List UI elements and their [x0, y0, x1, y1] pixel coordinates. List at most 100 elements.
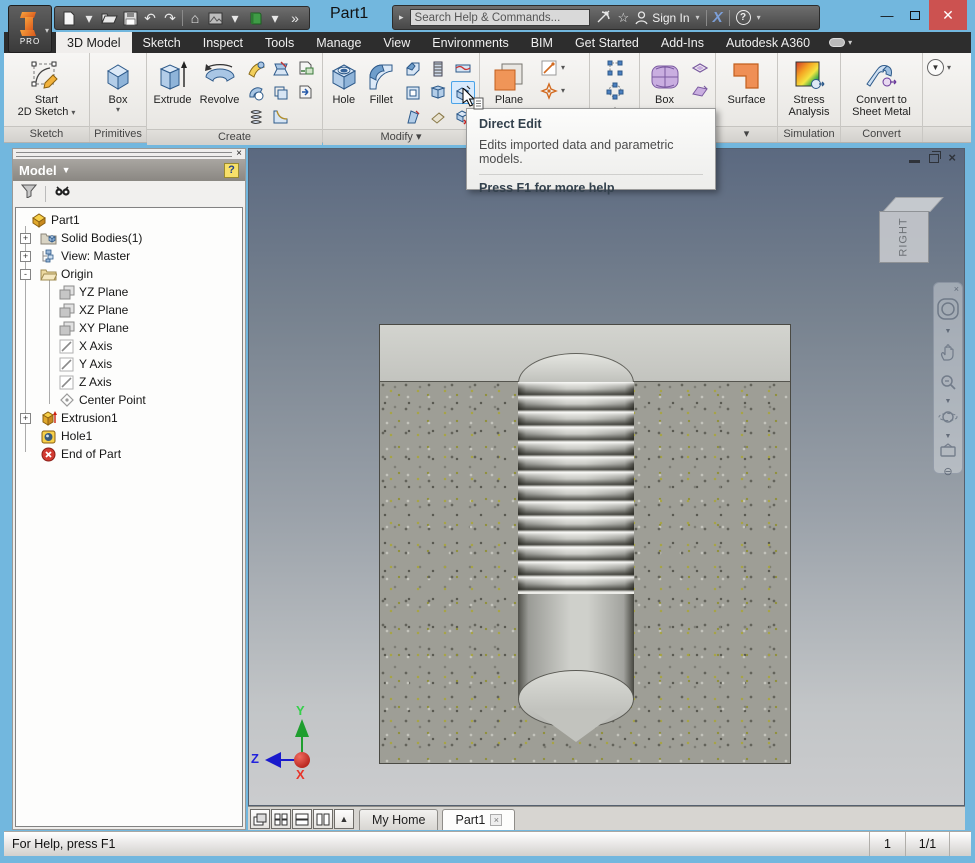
panel-label-create[interactable]: Create [147, 129, 322, 145]
tree-item-z-axis[interactable]: Z Axis [16, 373, 242, 391]
chamfer-icon[interactable] [401, 57, 425, 80]
navbar-close-icon[interactable]: × [954, 285, 959, 294]
help-dropdown-icon[interactable]: ▾ [757, 13, 761, 22]
axis-icon[interactable] [537, 56, 561, 79]
tree-item-xy-plane[interactable]: XY Plane [16, 319, 242, 337]
open-icon[interactable] [101, 11, 118, 25]
close-button[interactable]: ✕ [929, 0, 967, 30]
panel-label-primitives[interactable]: Primitives [90, 126, 146, 142]
browser-grip[interactable]: × [13, 149, 245, 159]
chevron-down-icon[interactable]: ▼ [62, 165, 224, 175]
tab-inspect[interactable]: Inspect [192, 32, 254, 53]
point-dropdown-icon[interactable]: ▾ [561, 86, 571, 95]
start-2d-sketch-button[interactable]: Start 2D Sketch ▾ [18, 56, 75, 118]
panel-label-modify[interactable]: Modify ▾ [323, 129, 479, 145]
filter-icon[interactable] [20, 184, 38, 203]
viewport-canvas[interactable]: × RIGHT × ▼ ▼ ▼ ⊖ Y Z X [248, 148, 965, 806]
revolve-button[interactable]: Revolve [197, 56, 242, 106]
maximize-button[interactable] [901, 8, 929, 23]
freeform-box-button[interactable]: Box [643, 56, 686, 106]
steering-wheel-icon[interactable] [936, 297, 960, 326]
pan-hand-icon[interactable] [939, 344, 957, 367]
sign-in-dropdown-icon[interactable]: ▾ [696, 13, 700, 22]
doc-minimize-icon[interactable] [909, 159, 921, 163]
help-icon[interactable]: ? [735, 10, 751, 25]
tab-sketch[interactable]: Sketch [132, 32, 192, 53]
chevron-down-icon[interactable]: ▼ [945, 398, 952, 405]
look-at-icon[interactable] [938, 443, 958, 464]
browser-help-icon[interactable]: ? [224, 162, 239, 178]
tab-environments[interactable]: Environments [421, 32, 519, 53]
tab-3d-model[interactable]: 3D Model [56, 32, 132, 53]
application-menu-button[interactable]: PRO ▾ [8, 5, 52, 53]
tab-manage[interactable]: Manage [305, 32, 372, 53]
doc-close-icon[interactable]: × [948, 151, 956, 164]
thicken-icon[interactable] [269, 81, 293, 104]
find-icon[interactable] [54, 184, 72, 203]
cascade-windows-button[interactable] [250, 809, 270, 829]
tree-item-yz-plane[interactable]: YZ Plane [16, 283, 242, 301]
sweep-icon[interactable] [244, 57, 268, 80]
extrude-button[interactable]: Extrude [150, 56, 195, 106]
collapse-search-icon[interactable]: ▸ [399, 12, 404, 23]
tile-vertical-button[interactable] [313, 809, 333, 829]
panel-label-surface[interactable]: ▾ [716, 126, 777, 142]
freeform-plane-icon[interactable] [688, 56, 712, 79]
delete-face-icon[interactable] [426, 105, 450, 128]
tab-close-icon[interactable]: × [490, 814, 503, 826]
rib-icon[interactable] [269, 105, 293, 128]
loft-icon[interactable] [269, 57, 293, 80]
tab-part1[interactable]: Part1 × [442, 809, 516, 830]
navigation-bar[interactable]: × ▼ ▼ ▼ ⊖ [933, 282, 963, 478]
orbit-icon[interactable] [938, 408, 958, 431]
material-browser-icon[interactable] [247, 11, 263, 26]
ribbon-minimize-toggle[interactable]: ▾ [829, 32, 852, 53]
tree-item-y-axis[interactable]: Y Axis [16, 355, 242, 373]
panel-label-simulation[interactable]: Simulation [778, 126, 840, 142]
undo-icon[interactable]: ↶ [142, 7, 158, 29]
navbar-customize-icon[interactable]: ⊖ [943, 467, 952, 478]
community-icon[interactable] [596, 9, 612, 27]
primitive-box-button[interactable]: Box ▾ [102, 56, 134, 114]
tile-windows-button[interactable] [271, 809, 291, 829]
chevron-down-icon[interactable]: ▼ [945, 433, 952, 440]
tree-item-part[interactable]: Part1 [16, 211, 242, 229]
more-commands-icon[interactable]: » [287, 7, 303, 29]
save-icon[interactable] [122, 11, 138, 26]
surface-button[interactable]: Surface [728, 56, 765, 106]
resize-grip[interactable] [949, 832, 971, 856]
hole-button[interactable]: Hole [326, 56, 362, 106]
tree-item-extrusion1[interactable]: + Extrusion1 [16, 409, 242, 427]
convert-to-sheet-metal-button[interactable]: Convert to Sheet Metal [852, 56, 911, 118]
browser-title[interactable]: Model [19, 163, 57, 178]
tab-view[interactable]: View [372, 32, 421, 53]
tree-item-x-axis[interactable]: X Axis [16, 337, 242, 355]
view-cube[interactable]: RIGHT [879, 197, 944, 267]
tab-my-home[interactable]: My Home [359, 809, 439, 830]
minimize-button[interactable]: — [873, 8, 901, 23]
panel-label-convert[interactable]: Convert [841, 126, 922, 142]
freeform-face-icon[interactable] [688, 79, 712, 102]
material-dropdown-icon[interactable]: ▾ [267, 7, 283, 29]
sign-in-button[interactable]: Sign In [635, 11, 690, 25]
tab-bim[interactable]: BIM [520, 32, 564, 53]
axis-dropdown-icon[interactable]: ▾ [561, 63, 571, 72]
combine-icon[interactable] [426, 81, 450, 104]
tab-autodesk-a360[interactable]: Autodesk A360 [715, 32, 821, 53]
browser-close-icon[interactable]: × [236, 149, 242, 159]
shell-icon[interactable] [401, 81, 425, 104]
coil-icon[interactable] [244, 105, 268, 128]
expander-icon[interactable]: + [20, 412, 31, 424]
tab-get-started[interactable]: Get Started [564, 32, 650, 53]
expander-icon[interactable]: - [20, 268, 31, 280]
new-file-dropdown-icon[interactable]: ▾ [81, 7, 97, 29]
expand-tabs-button[interactable]: ▲ [334, 809, 354, 829]
render-dropdown-icon[interactable]: ▾ [227, 7, 243, 29]
tile-horizontal-button[interactable] [292, 809, 312, 829]
search-input[interactable] [409, 9, 590, 26]
circular-pattern-icon[interactable] [603, 79, 627, 102]
tab-tools[interactable]: Tools [254, 32, 305, 53]
draft-icon[interactable] [401, 105, 425, 128]
tree-item-origin[interactable]: - Origin [16, 265, 242, 283]
expander-icon[interactable]: + [20, 250, 31, 262]
